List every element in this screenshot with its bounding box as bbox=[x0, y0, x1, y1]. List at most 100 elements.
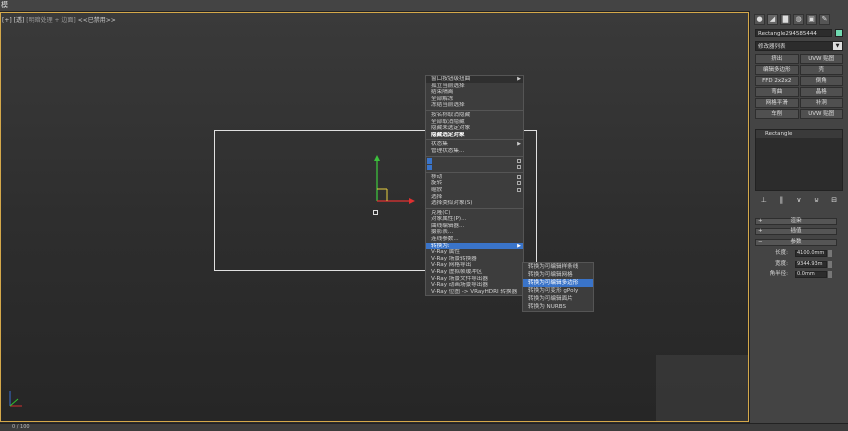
menu-item-state-sets[interactable]: 状态集 ▶ bbox=[426, 141, 523, 148]
tab-hierarchy-icon[interactable]: ▇ bbox=[780, 14, 791, 25]
menu-item-vray-bitmap-converter[interactable]: V-Ray 位图 -> VRayHDRI 转换器 bbox=[426, 289, 523, 296]
rollout-rendering[interactable]: + 渲染 bbox=[755, 218, 837, 225]
spinner-icon[interactable] bbox=[828, 271, 832, 278]
modifier-button-bend[interactable]: 弯曲 bbox=[755, 87, 799, 97]
menu-item-isolate-selection[interactable]: 孤立当前选择 bbox=[426, 83, 523, 90]
param-corner-radius-label: 角半径: bbox=[769, 271, 788, 277]
show-end-result-icon[interactable]: ‖ bbox=[777, 196, 786, 205]
menu-item-hide-unselected[interactable]: 隐藏未选定对象 bbox=[426, 125, 523, 132]
submenu-item-deformable-gpoly[interactable]: 转换为可变形 gPoly bbox=[523, 287, 593, 295]
menu-title[interactable]: 模 bbox=[0, 1, 8, 9]
menu-item-viewport-twist[interactable]: 窗口按钮级扭曲 ▶ bbox=[426, 76, 523, 83]
viewport-shading-label[interactable]: [明暗处理 + 边面] bbox=[26, 17, 76, 24]
modifier-stack[interactable]: Rectangle bbox=[755, 129, 843, 191]
menu-separator bbox=[426, 207, 523, 209]
command-panel: ● ◢ ▇ ◍ ▣ ✎ Rectangle294585444 修改器列表 ▼ 挤… bbox=[749, 11, 848, 423]
menu-item-rotate[interactable]: 旋转 bbox=[426, 180, 523, 187]
configure-sets-icon[interactable]: ⊟ bbox=[830, 196, 839, 205]
menu-item-vray-animation-exporter[interactable]: V-Ray 动画场景导出器 bbox=[426, 282, 523, 289]
object-name-input[interactable]: Rectangle294585444 bbox=[755, 29, 832, 37]
menu-item-select[interactable]: 选择 bbox=[426, 194, 523, 201]
convert-to-submenu: 转换为可编辑样条线 转换为可编辑网格 转换为可编辑多边形 转换为可变形 gPol… bbox=[522, 262, 594, 312]
modifier-button-lattice[interactable]: 晶格 bbox=[799, 87, 843, 97]
command-panel-tabs: ● ◢ ▇ ◍ ▣ ✎ bbox=[754, 14, 830, 25]
modifier-button-uvw-map-2[interactable]: UVW 贴图 bbox=[799, 109, 843, 119]
param-width-input[interactable]: 9344.93m bbox=[795, 261, 827, 268]
stack-item-rectangle[interactable]: Rectangle bbox=[756, 130, 842, 138]
tab-motion-icon[interactable]: ◍ bbox=[793, 14, 804, 25]
modifier-button-grid: 挤出 UVW 贴图 编辑多边形 壳 FFD 2x2x2 倒角 弯曲 晶格 网格平… bbox=[755, 54, 843, 119]
menu-item-hide-selection[interactable]: 隐藏选定对象 bbox=[426, 132, 523, 139]
modifier-button-lathe[interactable]: 车削 bbox=[755, 109, 799, 119]
menu-item-freeze-selection[interactable]: 冻结当前选择 bbox=[426, 102, 523, 109]
menu-item-vray-properties[interactable]: V-Ray 属性 bbox=[426, 249, 523, 256]
viewport-label[interactable]: [+] [透] [明暗处理 + 边面] <<已禁用>> bbox=[2, 15, 116, 24]
rollout-parameters[interactable]: − 参数 bbox=[755, 239, 837, 246]
tab-create-icon[interactable]: ● bbox=[754, 14, 765, 25]
submenu-item-editable-patch[interactable]: 转换为可编辑面片 bbox=[523, 295, 593, 303]
settings-box-icon[interactable] bbox=[517, 181, 521, 186]
plus-icon: + bbox=[758, 218, 763, 224]
rollout-interpolation[interactable]: + 插值 bbox=[755, 228, 837, 235]
move-gizmo-icon[interactable] bbox=[369, 153, 429, 213]
modifier-button-cap-holes[interactable]: 补洞 bbox=[799, 98, 843, 108]
spinner-icon[interactable] bbox=[828, 250, 832, 257]
submenu-item-editable-poly[interactable]: 转换为可编辑多边形 bbox=[523, 279, 593, 287]
param-corner-radius-input[interactable]: 0.0mm bbox=[795, 271, 827, 278]
settings-box-icon[interactable] bbox=[517, 187, 521, 192]
modifier-button-shell[interactable]: 壳 bbox=[799, 65, 843, 75]
plus-icon: + bbox=[758, 228, 763, 234]
modifier-button-edit-poly[interactable]: 编辑多边形 bbox=[755, 65, 799, 75]
chevron-down-icon[interactable]: ▼ bbox=[833, 42, 842, 50]
submenu-item-nurbs[interactable]: 转换为 NURBS bbox=[523, 303, 593, 311]
param-length-input[interactable]: 4100.0mm bbox=[795, 250, 827, 257]
pin-stack-icon[interactable]: ⊥ bbox=[759, 196, 768, 205]
spinner-icon[interactable] bbox=[828, 261, 832, 268]
viewport-label-prefix[interactable]: [+] [ bbox=[2, 17, 16, 24]
menu-item-end-isolate[interactable]: 结束隔离 bbox=[426, 89, 523, 96]
menu-item-unhide-all[interactable]: 全部取消隐藏 bbox=[426, 119, 523, 126]
menu-item-curve-editor[interactable]: 曲线编辑器... bbox=[426, 223, 523, 230]
viewport-disabled-label[interactable]: <<已禁用>> bbox=[78, 17, 116, 24]
settings-box-icon[interactable] bbox=[517, 165, 521, 170]
menu-separator bbox=[426, 155, 523, 157]
menu-item-select-similar[interactable]: 选择类似对象(S) bbox=[426, 200, 523, 207]
submenu-arrow-icon: ▶ bbox=[517, 76, 521, 82]
navigation-cube[interactable] bbox=[656, 355, 748, 421]
menu-item-blue-2[interactable] bbox=[426, 164, 523, 171]
menu-item-vray-scene-file-exporter[interactable]: V-Ray 场景文件导出器 bbox=[426, 276, 523, 283]
menu-item-scale[interactable]: 缩放 bbox=[426, 187, 523, 194]
menu-item-manage-state-sets[interactable]: 管理状态集... bbox=[426, 148, 523, 155]
menu-item-vray-mesh-export[interactable]: V-Ray 网格导出 bbox=[426, 262, 523, 269]
modifier-button-extrude[interactable]: 挤出 bbox=[755, 54, 799, 64]
menu-item-move[interactable]: 移动 bbox=[426, 174, 523, 181]
submenu-item-editable-mesh[interactable]: 转换为可编辑网格 bbox=[523, 271, 593, 279]
modifier-list-dropdown[interactable]: 修改器列表 ▼ bbox=[755, 41, 843, 51]
menu-item-dope-sheet[interactable]: 摄影表... bbox=[426, 229, 523, 236]
remove-modifier-icon[interactable]: ⊍ bbox=[812, 196, 821, 205]
make-unique-icon[interactable]: ∨ bbox=[794, 196, 803, 205]
menu-item-unhide-by-name[interactable]: 按名称取消隐藏 bbox=[426, 112, 523, 119]
settings-box-icon[interactable] bbox=[517, 158, 521, 163]
tab-modify-icon[interactable]: ◢ bbox=[767, 14, 778, 25]
modifier-button-ffd[interactable]: FFD 2x2x2 bbox=[755, 76, 799, 86]
perspective-viewport[interactable]: [+] [透] [明暗处理 + 边面] <<已禁用>> bbox=[0, 12, 749, 422]
menu-item-vray-scene-converter[interactable]: V-Ray 场景转换器 bbox=[426, 256, 523, 263]
menu-item-wire-parameters[interactable]: 连线参数... bbox=[426, 236, 523, 243]
submenu-item-editable-spline[interactable]: 转换为可编辑样条线 bbox=[523, 263, 593, 271]
object-color-swatch[interactable] bbox=[835, 29, 843, 37]
tab-utilities-icon[interactable]: ✎ bbox=[819, 14, 830, 25]
menu-separator bbox=[426, 171, 523, 173]
modifier-button-meshsmooth[interactable]: 网格平滑 bbox=[755, 98, 799, 108]
menu-item-clone[interactable]: 克隆(C) bbox=[426, 210, 523, 217]
menu-item-vray-vfb[interactable]: V-Ray 虚拟帧缓冲区 bbox=[426, 269, 523, 276]
modifier-button-chamfer[interactable]: 倒角 bbox=[799, 76, 843, 86]
blue-square-icon bbox=[427, 158, 432, 164]
menu-item-convert-to[interactable]: 转换为: ▶ bbox=[426, 242, 523, 250]
settings-box-icon[interactable] bbox=[517, 174, 521, 179]
menu-item-unfreeze-all[interactable]: 全部解冻 bbox=[426, 96, 523, 103]
tab-display-icon[interactable]: ▣ bbox=[806, 14, 817, 25]
menu-item-object-properties[interactable]: 对象属性(P)... bbox=[426, 216, 523, 223]
menu-item-blue-1[interactable] bbox=[426, 158, 523, 165]
modifier-button-uvw-map[interactable]: UVW 贴图 bbox=[799, 54, 843, 64]
